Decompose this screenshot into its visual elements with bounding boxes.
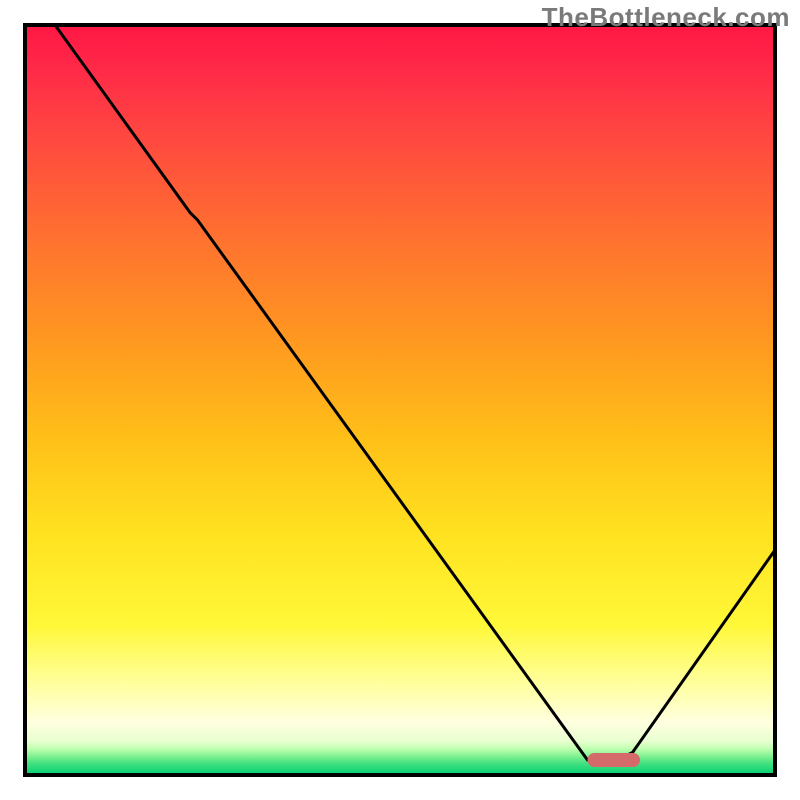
optimum-marker <box>588 753 641 767</box>
watermark-text: TheBottleneck.com <box>542 2 790 33</box>
chart-container: TheBottleneck.com <box>0 0 800 800</box>
bottleneck-chart <box>0 0 800 800</box>
